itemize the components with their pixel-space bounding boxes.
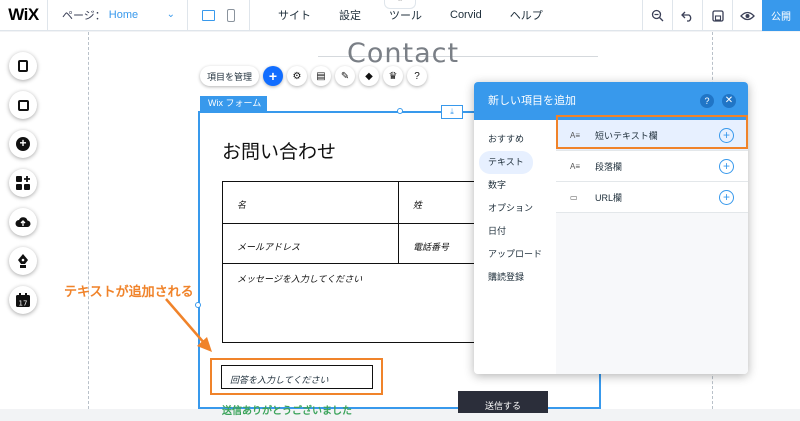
zoom-icon[interactable]	[642, 0, 672, 31]
cloud-upload-icon	[15, 217, 31, 228]
pages-icon	[18, 60, 28, 72]
field-label: 名	[237, 201, 247, 211]
publish-button[interactable]: 公開	[762, 0, 800, 31]
mobile-icon[interactable]	[227, 8, 235, 22]
category-text[interactable]: テキスト	[479, 151, 533, 174]
animation-icon[interactable]: ◆	[359, 66, 380, 86]
main-menu: サイト 設定 ツール Corvid ヘルプ	[264, 7, 557, 23]
category-options[interactable]: オプション	[474, 197, 556, 220]
save-icon[interactable]	[702, 0, 732, 31]
menu-settings[interactable]: 設定	[325, 7, 375, 23]
field-item-label: URL欄	[595, 192, 623, 203]
collapse-toggle[interactable]: ⌃	[384, 0, 416, 9]
form-element-tag: Wix フォーム	[200, 96, 267, 111]
category-recommended[interactable]: おすすめ	[474, 128, 556, 151]
category-list: おすすめ テキスト 数字 オプション 日付 アップロード 購読登録	[474, 120, 556, 374]
pen-nib-icon	[18, 254, 28, 268]
category-subscribe[interactable]: 購読登録	[474, 266, 556, 289]
page-heading[interactable]: Contact	[347, 38, 459, 69]
field-label: メッセージを入力してください	[237, 275, 363, 285]
form-title: お問い合わせ	[222, 141, 337, 163]
phone-field[interactable]: 電話番号	[398, 223, 478, 264]
help-icon[interactable]: ?	[407, 66, 428, 86]
url-field-icon: ▭	[570, 192, 578, 202]
highlight-short-text-item	[556, 115, 748, 149]
category-number[interactable]: 数字	[474, 174, 556, 197]
bookings-button[interactable]: 17	[9, 286, 37, 314]
add-icon: +	[16, 137, 30, 151]
grid-guide-left	[88, 32, 89, 409]
top-bar: WiX ページ： Home ⌄ サイト 設定 ツール Corvid ヘルプ ⌃ …	[0, 0, 800, 31]
download-icon[interactable]: ⤓	[441, 105, 463, 119]
highlight-new-field	[210, 358, 383, 395]
success-message: 送信ありがとうございました	[222, 406, 352, 417]
desktop-icon[interactable]	[202, 9, 215, 21]
page-label: ページ：	[62, 10, 106, 22]
left-sidebar: + 17	[9, 52, 37, 325]
apps-icon	[16, 176, 30, 190]
first-name-field[interactable]: 名	[222, 181, 399, 224]
background-icon	[17, 99, 29, 111]
message-field[interactable]: メッセージを入力してください	[222, 263, 478, 343]
submit-button[interactable]: 送信する	[458, 391, 548, 413]
svg-text:17: 17	[19, 300, 28, 308]
manage-fields-button[interactable]: 項目を管理	[200, 66, 260, 86]
menu-site[interactable]: サイト	[264, 7, 325, 23]
annotation-label: テキストが追加される	[64, 284, 194, 299]
add-field-button[interactable]: +	[263, 66, 284, 86]
wix-logo[interactable]: WiX	[0, 0, 48, 31]
field-label: 姓	[413, 201, 423, 211]
last-name-field[interactable]: 姓	[398, 181, 478, 224]
add-circle-icon[interactable]: +	[719, 159, 734, 174]
form-context-toolbar: 項目を管理 + ⚙ ▤ ✎ ◆ ♛ ?	[200, 66, 428, 86]
page-value: Home	[108, 9, 139, 21]
toolbar-right	[642, 0, 762, 31]
category-upload[interactable]: アップロード	[474, 243, 556, 266]
add-button[interactable]: +	[9, 130, 37, 158]
pages-menu-button[interactable]	[9, 52, 37, 80]
preview-eye-icon[interactable]	[732, 0, 762, 31]
paragraph-field-icon: A≡	[570, 161, 581, 171]
device-switcher	[188, 0, 250, 31]
menu-help[interactable]: ヘルプ	[496, 7, 557, 23]
panel-title: 新しい項目を追加	[488, 95, 576, 107]
menu-tools[interactable]: ツール	[375, 7, 436, 23]
field-label: 電話番号	[413, 243, 450, 253]
resize-handle-top[interactable]	[397, 108, 403, 114]
field-item-label: 段落欄	[595, 161, 623, 172]
email-field[interactable]: メールアドレス	[222, 223, 399, 264]
chevron-down-icon: ⌄	[166, 8, 175, 20]
field-item-paragraph[interactable]: A≡ 段落欄 +	[556, 151, 748, 182]
upload-button[interactable]	[9, 208, 37, 236]
design-pen-icon[interactable]: ✎	[335, 66, 356, 86]
page-selector[interactable]: ページ： Home ⌄	[48, 0, 188, 31]
add-circle-icon[interactable]: +	[719, 190, 734, 205]
help-icon[interactable]: ?	[700, 94, 714, 108]
close-icon[interactable]: ✕	[722, 94, 736, 108]
category-date[interactable]: 日付	[474, 220, 556, 243]
undo-icon[interactable]	[672, 0, 702, 31]
field-list: A≡ 短いテキスト欄 + A≡ 段落欄 + ▭ URL欄 +	[556, 120, 748, 374]
background-button[interactable]	[9, 91, 37, 119]
blog-button[interactable]	[9, 247, 37, 275]
calendar-icon: 17	[16, 293, 30, 307]
field-label: メールアドレス	[237, 243, 301, 253]
menu-corvid[interactable]: Corvid	[436, 9, 496, 21]
upgrade-crown-icon[interactable]: ♛	[383, 66, 404, 86]
layout-icon[interactable]: ▤	[311, 66, 332, 86]
resize-handle-left[interactable]	[195, 302, 201, 308]
settings-gear-icon[interactable]: ⚙	[287, 66, 308, 86]
add-apps-button[interactable]	[9, 169, 37, 197]
field-item-url[interactable]: ▭ URL欄 +	[556, 182, 748, 213]
